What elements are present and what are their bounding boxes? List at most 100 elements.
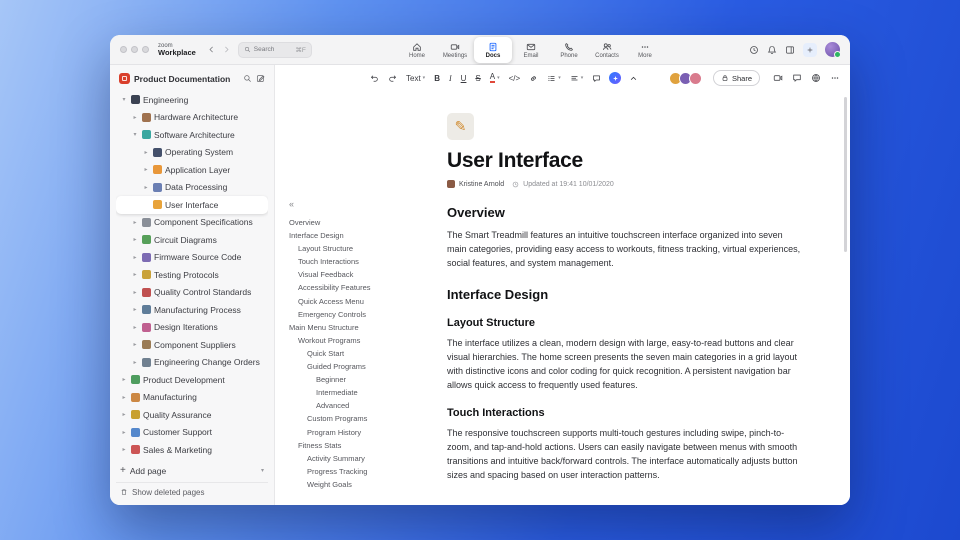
minimize-window-button[interactable] xyxy=(131,46,138,53)
close-window-button[interactable] xyxy=(120,46,127,53)
sidebar-item-quality-assurance[interactable]: ▸ Quality Assurance xyxy=(116,406,268,424)
sidebar-item-design-iterations[interactable]: ▸ Design Iterations xyxy=(116,319,268,337)
toc-item-intermediate[interactable]: Intermediate xyxy=(289,386,419,399)
sidebar-item-operating-system[interactable]: ▸ Operating System xyxy=(116,144,268,162)
chevron-right-icon[interactable]: ▸ xyxy=(131,359,139,366)
more-options-button[interactable] xyxy=(830,73,840,83)
tab-home[interactable]: Home xyxy=(398,36,436,64)
tab-contacts[interactable]: Contacts xyxy=(588,36,626,64)
new-item-button[interactable] xyxy=(803,42,817,57)
chevron-right-icon[interactable]: ▸ xyxy=(120,376,128,383)
toc-item-overview[interactable]: Overview xyxy=(289,216,419,229)
chevron-right-icon[interactable]: ▸ xyxy=(131,114,139,121)
start-video-button[interactable] xyxy=(773,73,783,83)
zoom-window-button[interactable] xyxy=(142,46,149,53)
collapse-toolbar-button[interactable] xyxy=(626,72,641,85)
sidebar-item-component-specifications[interactable]: ▸ Component Specifications xyxy=(116,214,268,232)
sidebar-item-user-interface[interactable]: User Interface xyxy=(116,196,268,214)
undo-button[interactable] xyxy=(367,72,382,85)
bold-button[interactable]: B xyxy=(431,72,443,85)
tab-email[interactable]: Email xyxy=(512,36,550,64)
toc-item-guided-programs[interactable]: Guided Programs xyxy=(289,360,419,373)
chevron-down-icon[interactable]: ▾ xyxy=(120,96,128,103)
back-icon[interactable] xyxy=(207,45,216,54)
toc-item-fitness-stats[interactable]: Fitness Stats xyxy=(289,439,419,452)
chevron-right-icon[interactable]: ▸ xyxy=(120,411,128,418)
toc-item-custom-programs[interactable]: Custom Programs xyxy=(289,412,419,425)
chevron-right-icon[interactable]: ▸ xyxy=(142,166,150,173)
chevron-right-icon[interactable]: ▸ xyxy=(120,394,128,401)
translate-button[interactable] xyxy=(811,73,821,83)
toc-item-main-menu-structure[interactable]: Main Menu Structure xyxy=(289,321,419,334)
bullet-list-button[interactable]: ▾ xyxy=(544,72,564,85)
forward-icon[interactable] xyxy=(222,45,231,54)
collaborator-avatar-3[interactable] xyxy=(688,71,702,85)
notifications-button[interactable] xyxy=(767,45,777,55)
toc-item-accessibility-features[interactable]: Accessibility Features xyxy=(289,281,419,294)
vertical-scrollbar[interactable] xyxy=(844,97,847,252)
toc-item-visual-feedback[interactable]: Visual Feedback xyxy=(289,268,419,281)
toc-item-activity-summary[interactable]: Activity Summary xyxy=(289,452,419,465)
redo-button[interactable] xyxy=(385,72,400,85)
tab-phone[interactable]: Phone xyxy=(550,36,588,64)
page-emoji-icon[interactable]: ✎ xyxy=(447,113,474,140)
sidebar-item-firmware-source-code[interactable]: ▸ Firmware Source Code xyxy=(116,249,268,267)
chevron-right-icon[interactable]: ▸ xyxy=(142,184,150,191)
side-panel-button[interactable] xyxy=(785,45,795,55)
code-block-button[interactable]: </> xyxy=(506,72,524,85)
toc-item-layout-structure[interactable]: Layout Structure xyxy=(289,242,419,255)
chevron-right-icon[interactable]: ▸ xyxy=(131,271,139,278)
chevron-right-icon[interactable]: ▸ xyxy=(131,324,139,331)
chevron-right-icon[interactable]: ▸ xyxy=(120,429,128,436)
toc-item-progress-tracking[interactable]: Progress Tracking xyxy=(289,465,419,478)
insert-link-button[interactable] xyxy=(526,72,541,85)
sidebar-search-icon[interactable] xyxy=(243,74,252,83)
chevron-right-icon[interactable]: ▸ xyxy=(131,306,139,313)
sidebar-item-testing-protocols[interactable]: ▸ Testing Protocols xyxy=(116,266,268,284)
toc-item-quick-start[interactable]: Quick Start xyxy=(289,347,419,360)
toc-item-weight-goals[interactable]: Weight Goals xyxy=(289,478,419,491)
sidebar-item-product-development[interactable]: ▸ Product Development xyxy=(116,371,268,389)
comments-button[interactable] xyxy=(792,73,802,83)
sidebar-item-circuit-diagrams[interactable]: ▸ Circuit Diagrams xyxy=(116,231,268,249)
window-controls[interactable] xyxy=(120,46,149,53)
chevron-down-icon[interactable]: ▾ xyxy=(261,467,264,474)
toc-collapse-icon[interactable]: « xyxy=(289,199,419,209)
sidebar-item-manufacturing[interactable]: ▸ Manufacturing xyxy=(116,389,268,407)
sidebar-item-quality-control-standards[interactable]: ▸ Quality Control Standards xyxy=(116,284,268,302)
toc-item-touch-interactions[interactable]: Touch Interactions xyxy=(289,255,419,268)
sidebar-item-customer-support[interactable]: ▸ Customer Support xyxy=(116,424,268,442)
sidebar-item-component-suppliers[interactable]: ▸ Component Suppliers xyxy=(116,336,268,354)
new-page-icon[interactable] xyxy=(256,74,265,83)
tab-meetings[interactable]: Meetings xyxy=(436,36,474,64)
sidebar-item-data-processing[interactable]: ▸ Data Processing xyxy=(116,179,268,197)
toc-item-interface-design[interactable]: Interface Design xyxy=(289,229,419,242)
tab-docs[interactable]: Docs xyxy=(474,37,512,63)
chevron-right-icon[interactable]: ▸ xyxy=(131,219,139,226)
toc-item-program-history[interactable]: Program History xyxy=(289,426,419,439)
text-color-button[interactable]: A ▾ xyxy=(487,71,503,85)
text-style-button[interactable]: Text ▾ xyxy=(403,72,428,85)
sidebar-item-software-architecture[interactable]: ▾ Software Architecture xyxy=(116,126,268,144)
chevron-right-icon[interactable]: ▸ xyxy=(120,446,128,453)
chevron-right-icon[interactable]: ▸ xyxy=(131,236,139,243)
sidebar-item-sales-marketing[interactable]: ▸ Sales & Marketing xyxy=(116,441,268,459)
strikethrough-button[interactable]: S xyxy=(472,72,483,85)
sidebar-item-engineering-change-orders[interactable]: ▸ Engineering Change Orders xyxy=(116,354,268,372)
tab-more[interactable]: More xyxy=(626,36,664,64)
toc-item-workout-programs[interactable]: Workout Programs xyxy=(289,334,419,347)
toc-item-advanced[interactable]: Advanced xyxy=(289,399,419,412)
chevron-right-icon[interactable]: ▸ xyxy=(131,289,139,296)
add-page-button[interactable]: + Add page ▾ xyxy=(116,462,268,479)
toc-item-emergency-controls[interactable]: Emergency Controls xyxy=(289,308,419,321)
chevron-down-icon[interactable]: ▾ xyxy=(131,131,139,138)
chevron-right-icon[interactable]: ▸ xyxy=(131,341,139,348)
underline-button[interactable]: U xyxy=(458,72,470,85)
sidebar-item-application-layer[interactable]: ▸ Application Layer xyxy=(116,161,268,179)
recents-button[interactable] xyxy=(749,45,759,55)
user-avatar[interactable] xyxy=(825,42,841,58)
sidebar-item-manufacturing-process[interactable]: ▸ Manufacturing Process xyxy=(116,301,268,319)
comment-button[interactable] xyxy=(589,72,604,85)
toc-item-beginner[interactable]: Beginner xyxy=(289,373,419,386)
share-button[interactable]: Share xyxy=(712,70,760,86)
